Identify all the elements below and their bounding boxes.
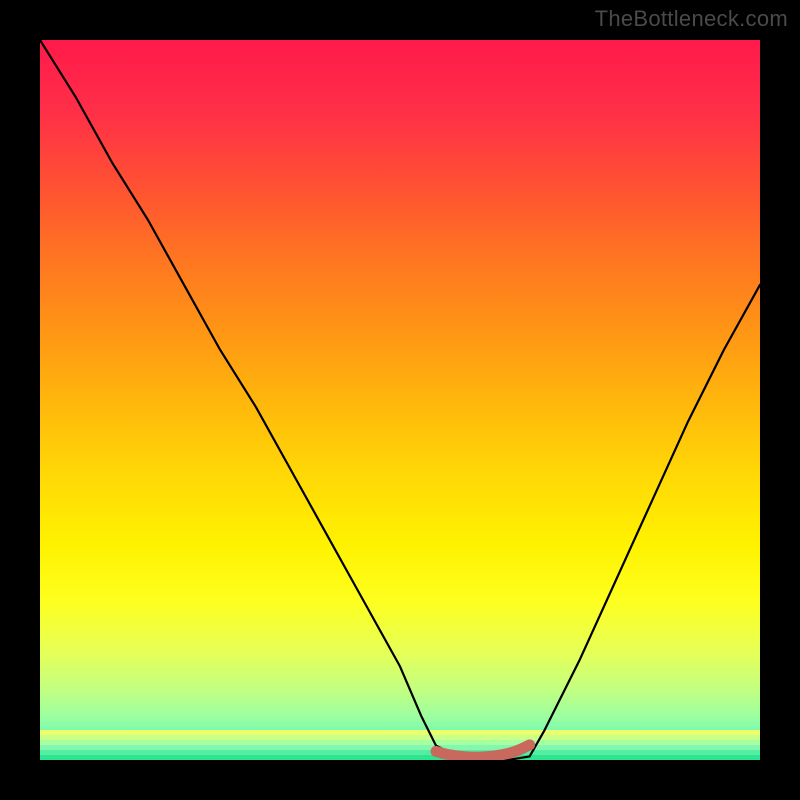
gradient-background (40, 40, 760, 760)
chart-container: TheBottleneck.com (0, 0, 800, 800)
plot-area (40, 40, 760, 760)
gradient-stripe (40, 730, 760, 735)
gradient-stripe (40, 740, 760, 745)
gradient-stripe (40, 745, 760, 750)
gradient-stripe (40, 755, 760, 760)
chart-svg (40, 40, 760, 760)
gradient-stripe (40, 735, 760, 740)
watermark-text: TheBottleneck.com (595, 6, 788, 32)
gradient-stripe (40, 750, 760, 755)
